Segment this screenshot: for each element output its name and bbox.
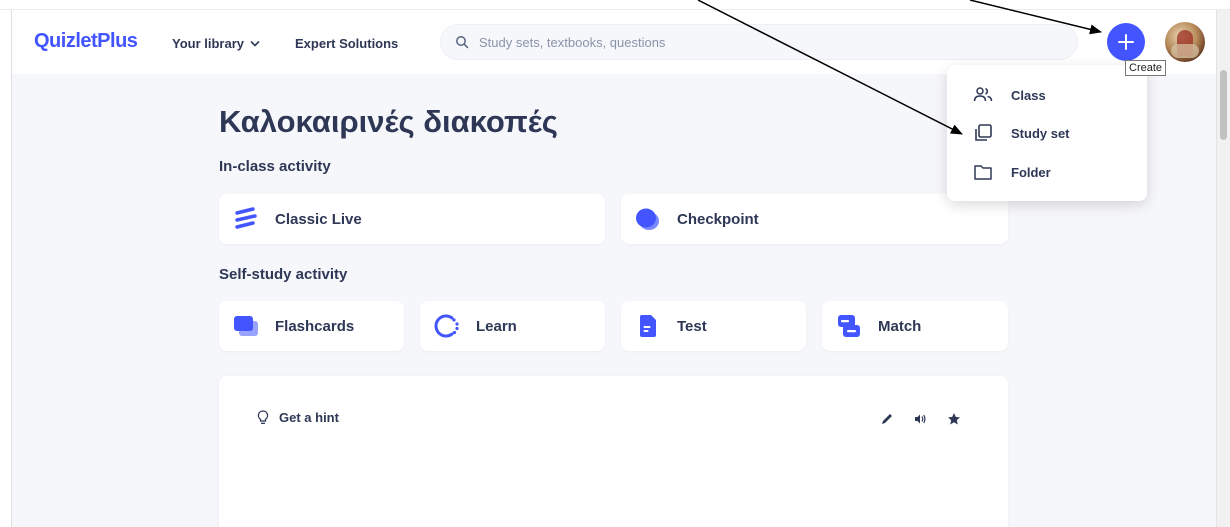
classic-live-icon [235, 207, 257, 229]
get-a-hint-label: Get a hint [279, 410, 339, 425]
learn-label: Learn [476, 317, 517, 335]
create-tooltip: Create [1125, 60, 1167, 76]
search-input[interactable] [479, 34, 1039, 50]
create-menu-folder-label: Folder [1011, 164, 1051, 180]
flashcard-panel[interactable]: Get a hint [219, 376, 1008, 527]
pencil-icon [882, 414, 892, 424]
test-icon [640, 315, 656, 337]
page-title: Καλοκαιρινές διακοπές [219, 104, 558, 139]
browser-left-edge [0, 0, 12, 527]
self-study-activity-label: Self-study activity [219, 266, 348, 283]
nav-your-library-label: Your library [172, 36, 245, 51]
learn-icon [434, 314, 459, 338]
user-avatar[interactable] [1165, 22, 1205, 62]
lightbulb-icon [257, 410, 269, 424]
match-label: Match [878, 317, 922, 335]
star-icon [948, 413, 960, 425]
star-button[interactable] [943, 408, 965, 430]
chevron-down-icon [250, 40, 260, 47]
flashcards-icon [234, 316, 258, 336]
create-menu-item-study-set[interactable]: Study set [947, 114, 1147, 152]
flashcards-card[interactable]: Flashcards [219, 301, 404, 351]
create-button[interactable] [1107, 23, 1145, 61]
plus-icon [1118, 34, 1134, 50]
checkpoint-icon [636, 208, 659, 230]
in-class-activity-label: In-class activity [219, 158, 331, 175]
scrollbar-thumb[interactable] [1220, 70, 1227, 140]
search-icon [456, 36, 469, 49]
checkpoint-card[interactable]: Checkpoint [621, 194, 1008, 244]
people-icon [973, 87, 993, 102]
create-menu-item-folder[interactable]: Folder [947, 153, 1147, 191]
search-bar[interactable] [440, 24, 1078, 60]
create-menu: Class Study set Folder [947, 65, 1147, 201]
browser-top-edge [0, 0, 1230, 10]
create-menu-study-set-label: Study set [1011, 125, 1070, 141]
quizlet-plus-logo[interactable]: QuizletPlus [34, 30, 138, 53]
get-a-hint-button[interactable]: Get a hint [257, 410, 339, 425]
create-menu-class-label: Class [1011, 87, 1046, 103]
edit-button[interactable] [876, 408, 898, 430]
match-icon [838, 315, 860, 337]
folder-icon [974, 165, 992, 180]
checkpoint-label: Checkpoint [677, 210, 759, 228]
nav-expert-solutions[interactable]: Expert Solutions [295, 36, 398, 51]
classic-live-label: Classic Live [275, 210, 362, 228]
classic-live-card[interactable]: Classic Live [219, 194, 605, 244]
page-scrollbar[interactable] [1216, 10, 1230, 527]
copy-cards-icon [975, 124, 992, 141]
test-label: Test [677, 317, 707, 335]
match-card[interactable]: Match [822, 301, 1008, 351]
flashcards-label: Flashcards [275, 317, 355, 335]
audio-button[interactable] [909, 408, 931, 430]
learn-card[interactable]: Learn [420, 301, 605, 351]
nav-your-library[interactable]: Your library [172, 36, 260, 51]
create-menu-item-class[interactable]: Class [947, 76, 1147, 114]
test-card[interactable]: Test [621, 301, 806, 351]
speaker-icon [915, 414, 926, 424]
